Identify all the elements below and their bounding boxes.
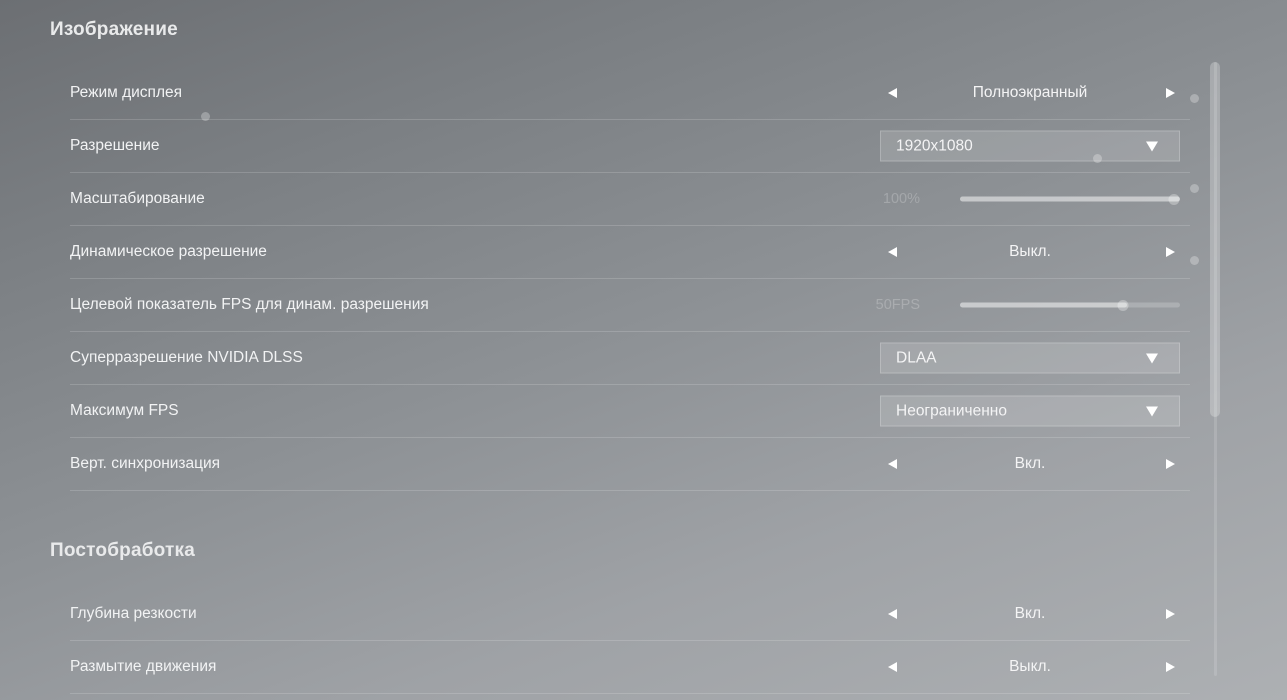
- setting-row-depth-of-field: Глубина резкости Вкл.: [70, 588, 1190, 641]
- setting-row-max-fps: Максимум FPS Неограниченно: [70, 385, 1190, 438]
- postprocessing-settings-list: Глубина резкости Вкл. Размытие движения …: [70, 588, 1190, 694]
- section-title-postprocessing: Постобработка: [50, 540, 195, 561]
- motion-blur-value: Выкл.: [1009, 658, 1051, 675]
- setting-row-dlss: Суперразрешение NVIDIA DLSS DLAA: [70, 332, 1190, 385]
- background-particle: [1190, 184, 1199, 193]
- scaling-value: 100%: [882, 191, 920, 207]
- slider-fill: [960, 196, 1180, 202]
- setting-label: Суперразрешение NVIDIA DLSS: [70, 349, 303, 366]
- setting-label: Глубина резкости: [70, 605, 197, 622]
- setting-row-dynamic-resolution: Динамическое разрешение Выкл.: [70, 226, 1190, 279]
- image-settings-list: Режим дисплея Полноэкранный Разрешение 1…: [70, 67, 1190, 491]
- setting-label: Масштабирование: [70, 190, 205, 207]
- chevron-down-icon: [1145, 405, 1159, 417]
- target-fps-value: 50FPS: [875, 297, 920, 313]
- background-particle: [1190, 256, 1199, 265]
- setting-row-vsync: Верт. синхронизация Вкл.: [70, 438, 1190, 491]
- section-title-image: Изображение: [50, 19, 178, 40]
- background-particle: [201, 112, 210, 121]
- arrow-left-icon[interactable]: [883, 604, 903, 624]
- motion-blur-selector: Выкл.: [880, 652, 1180, 682]
- max-fps-dropdown[interactable]: Неограниченно: [880, 395, 1180, 427]
- depth-of-field-selector: Вкл.: [880, 599, 1180, 629]
- setting-label: Динамическое разрешение: [70, 243, 267, 260]
- setting-label: Режим дисплея: [70, 84, 182, 101]
- vsync-selector: Вкл.: [880, 449, 1180, 479]
- setting-label: Целевой показатель FPS для динам. разреш…: [70, 296, 429, 313]
- setting-row-display-mode: Режим дисплея Полноэкранный: [70, 67, 1190, 120]
- vsync-value: Вкл.: [1014, 455, 1046, 472]
- setting-label: Верт. синхронизация: [70, 455, 221, 472]
- setting-label: Размытие движения: [70, 658, 217, 675]
- arrow-left-icon[interactable]: [883, 242, 903, 262]
- dynamic-resolution-selector: Выкл.: [880, 237, 1180, 267]
- display-mode-selector: Полноэкранный: [880, 78, 1180, 108]
- setting-row-target-fps: Целевой показатель FPS для динам. разреш…: [70, 279, 1190, 332]
- setting-row-scaling: Масштабирование 100%: [70, 173, 1190, 226]
- setting-row-resolution: Разрешение 1920x1080: [70, 120, 1190, 173]
- background-particle: [1093, 154, 1102, 163]
- slider-handle[interactable]: [1168, 193, 1180, 205]
- chevron-down-icon: [1145, 352, 1159, 364]
- dynamic-resolution-value: Выкл.: [1009, 243, 1051, 260]
- setting-label: Разрешение: [70, 137, 160, 154]
- target-fps-slider[interactable]: [960, 299, 1180, 311]
- setting-row-motion-blur: Размытие движения Выкл.: [70, 641, 1190, 694]
- slider-fill: [960, 302, 1128, 308]
- slider-handle[interactable]: [1117, 299, 1129, 311]
- arrow-right-icon[interactable]: [1160, 657, 1180, 677]
- scaling-slider[interactable]: [960, 193, 1180, 205]
- resolution-value: 1920x1080: [896, 137, 973, 154]
- arrow-right-icon[interactable]: [1160, 83, 1180, 103]
- dlss-value: DLAA: [896, 349, 937, 366]
- display-mode-value: Полноэкранный: [972, 84, 1088, 101]
- arrow-left-icon[interactable]: [883, 454, 903, 474]
- chevron-down-icon: [1145, 140, 1159, 152]
- background-particle: [1190, 94, 1199, 103]
- arrow-right-icon[interactable]: [1160, 242, 1180, 262]
- max-fps-value: Неограниченно: [896, 402, 1007, 419]
- depth-of-field-value: Вкл.: [1014, 605, 1046, 622]
- arrow-right-icon[interactable]: [1160, 454, 1180, 474]
- resolution-dropdown[interactable]: 1920x1080: [880, 130, 1180, 162]
- arrow-left-icon[interactable]: [883, 657, 903, 677]
- dlss-dropdown[interactable]: DLAA: [880, 342, 1180, 374]
- arrow-right-icon[interactable]: [1160, 604, 1180, 624]
- arrow-left-icon[interactable]: [883, 83, 903, 103]
- scrollbar-thumb[interactable]: [1210, 62, 1220, 417]
- setting-label: Максимум FPS: [70, 402, 179, 419]
